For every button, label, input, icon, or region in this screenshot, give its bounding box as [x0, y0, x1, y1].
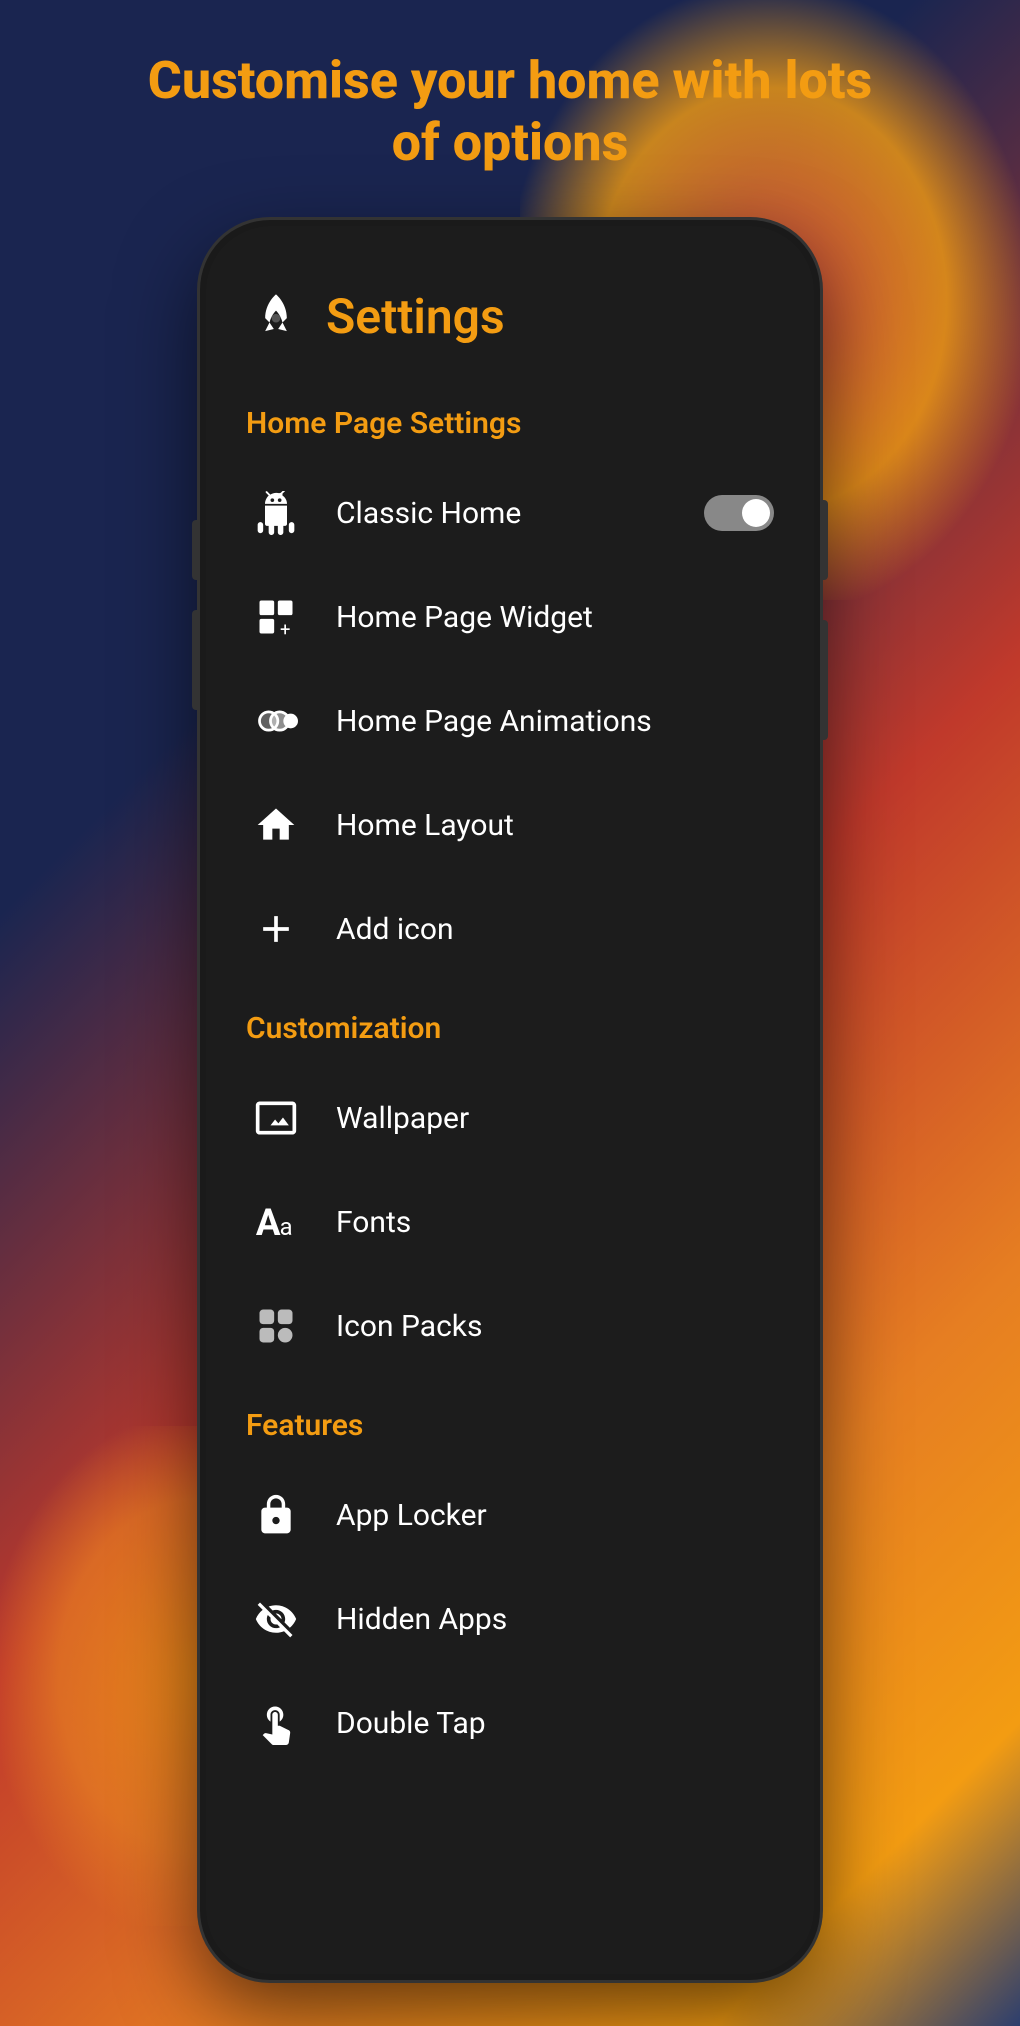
icon-packs-icon: [246, 1296, 306, 1356]
classic-home-toggle[interactable]: [704, 495, 774, 531]
settings-header: Settings: [236, 286, 784, 346]
classic-home-label: Classic Home: [336, 496, 674, 531]
section-label-customization: Customization: [236, 1011, 784, 1046]
widget-icon: +: [246, 587, 306, 647]
wallpaper-icon: [246, 1088, 306, 1148]
menu-item-home-page-animations[interactable]: Home Page Animations: [236, 669, 784, 773]
double-tap-icon: [246, 1693, 306, 1753]
fonts-icon: A a: [246, 1192, 306, 1252]
toggle-knob: [742, 499, 770, 527]
rocket-icon: [246, 286, 306, 346]
fonts-label: Fonts: [336, 1205, 774, 1240]
settings-title: Settings: [326, 288, 505, 345]
svg-text:a: a: [280, 1213, 293, 1241]
hidden-apps-label: Hidden Apps: [336, 1602, 774, 1637]
icon-packs-label: Icon Packs: [336, 1309, 774, 1344]
home-icon: [246, 795, 306, 855]
plus-icon: [246, 899, 306, 959]
hidden-icon: [246, 1589, 306, 1649]
animations-icon: [246, 691, 306, 751]
menu-item-wallpaper[interactable]: Wallpaper: [236, 1066, 784, 1170]
menu-item-hidden-apps[interactable]: Hidden Apps: [236, 1567, 784, 1671]
add-icon-label: Add icon: [336, 912, 774, 947]
home-page-widget-label: Home Page Widget: [336, 600, 774, 635]
hero-title: Customise your home with lots of options: [0, 30, 1020, 195]
home-layout-label: Home Layout: [336, 808, 774, 843]
phone-mockup: Settings Home Page Settings Classic Home: [200, 220, 820, 1980]
home-page-animations-label: Home Page Animations: [336, 704, 774, 739]
section-label-home-page-settings: Home Page Settings: [236, 406, 784, 441]
menu-item-home-layout[interactable]: Home Layout: [236, 773, 784, 877]
android-icon: [246, 483, 306, 543]
menu-item-add-icon[interactable]: Add icon: [236, 877, 784, 981]
double-tap-label: Double Tap: [336, 1706, 774, 1741]
lock-icon: [246, 1485, 306, 1545]
menu-item-fonts[interactable]: A a Fonts: [236, 1170, 784, 1274]
menu-item-icon-packs[interactable]: Icon Packs: [236, 1274, 784, 1378]
menu-item-home-page-widget[interactable]: + Home Page Widget: [236, 565, 784, 669]
volume-up-button: [192, 520, 198, 580]
menu-item-classic-home[interactable]: Classic Home: [236, 461, 784, 565]
wallpaper-label: Wallpaper: [336, 1101, 774, 1136]
section-label-features: Features: [236, 1408, 784, 1443]
menu-item-app-locker[interactable]: App Locker: [236, 1463, 784, 1567]
volume-down-button: [192, 610, 198, 710]
svg-text:+: +: [280, 619, 290, 639]
svg-text:A: A: [256, 1201, 281, 1244]
app-locker-label: App Locker: [336, 1498, 774, 1533]
menu-item-double-tap[interactable]: Double Tap: [236, 1671, 784, 1775]
